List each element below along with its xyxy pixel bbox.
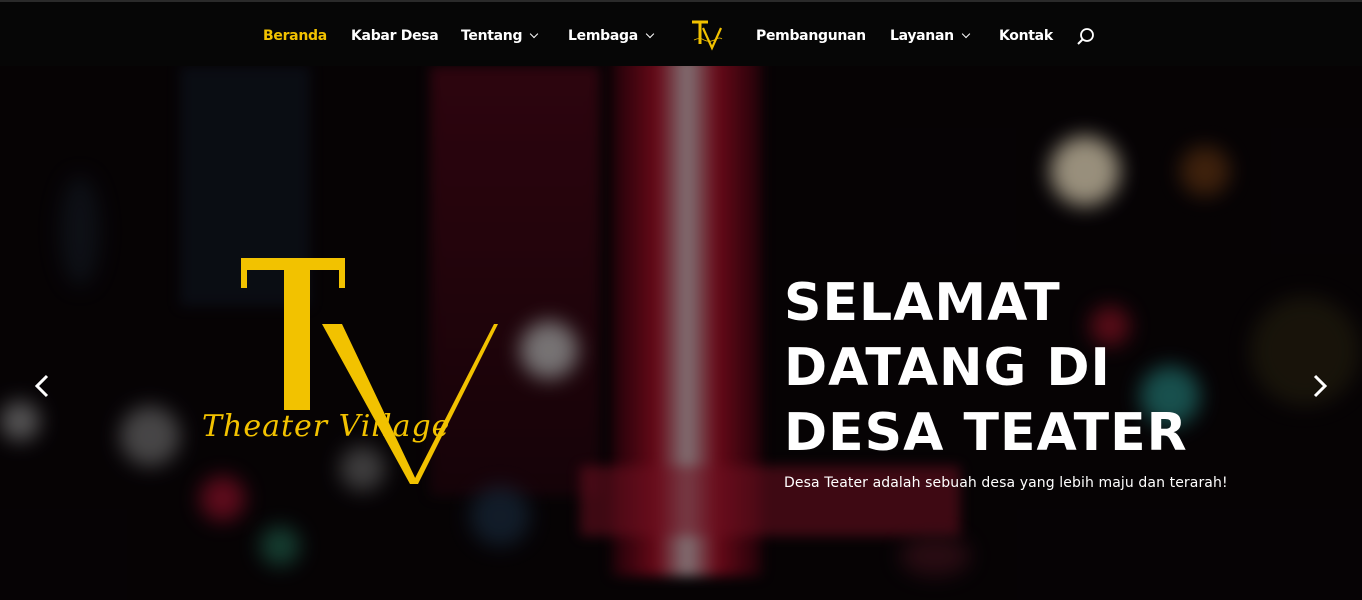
theater-village-logo-icon: Theater Village [202,258,498,484]
nav-item-beranda[interactable]: Beranda [263,26,327,46]
site-logo[interactable] [688,18,726,52]
nav-item-label: Layanan [890,28,954,44]
hero-subtitle: Desa Teater adalah sebuah desa yang lebi… [784,475,1228,491]
nav-item-label: Pembangunan [756,28,866,44]
nav-item-tentang[interactable]: Tentang [461,26,539,46]
nav-item-label: Tentang [461,28,523,44]
main-nav: Beranda Kabar Desa Tentang Lembaga Pemba… [0,2,1362,68]
search-icon [1077,28,1094,45]
nav-item-layanan[interactable]: Layanan [890,26,971,46]
nav-item-lembaga[interactable]: Lembaga [568,26,655,46]
hero-title: SELAMAT DATANG DI DESA TEATER [784,273,1188,463]
chevron-right-icon [1313,374,1328,398]
chevron-down-icon [961,29,971,39]
hero-slider: Theater Village SELAMAT DATANG DI DESA T… [0,66,1362,600]
svg-text:Theater Village: Theater Village [202,409,450,444]
nav-item-label: Kontak [999,28,1053,44]
chevron-down-icon [529,29,539,39]
nav-item-label: Lembaga [568,28,638,44]
site-header: Beranda Kabar Desa Tentang Lembaga Pemba… [0,0,1362,66]
nav-item-pembangunan[interactable]: Pembangunan [756,26,866,46]
chevron-down-icon [645,29,655,39]
slider-prev-button[interactable] [28,371,58,401]
nav-item-kabar-desa[interactable]: Kabar Desa [351,26,439,46]
tv-logo-icon [692,20,723,51]
chevron-left-icon [34,374,49,398]
slider-next-button[interactable] [1304,371,1334,401]
search-button[interactable] [1076,27,1096,47]
hero-logo: Theater Village [196,258,520,492]
nav-item-label: Kabar Desa [351,28,439,44]
nav-item-kontak[interactable]: Kontak [999,26,1053,46]
nav-item-label: Beranda [263,28,327,44]
